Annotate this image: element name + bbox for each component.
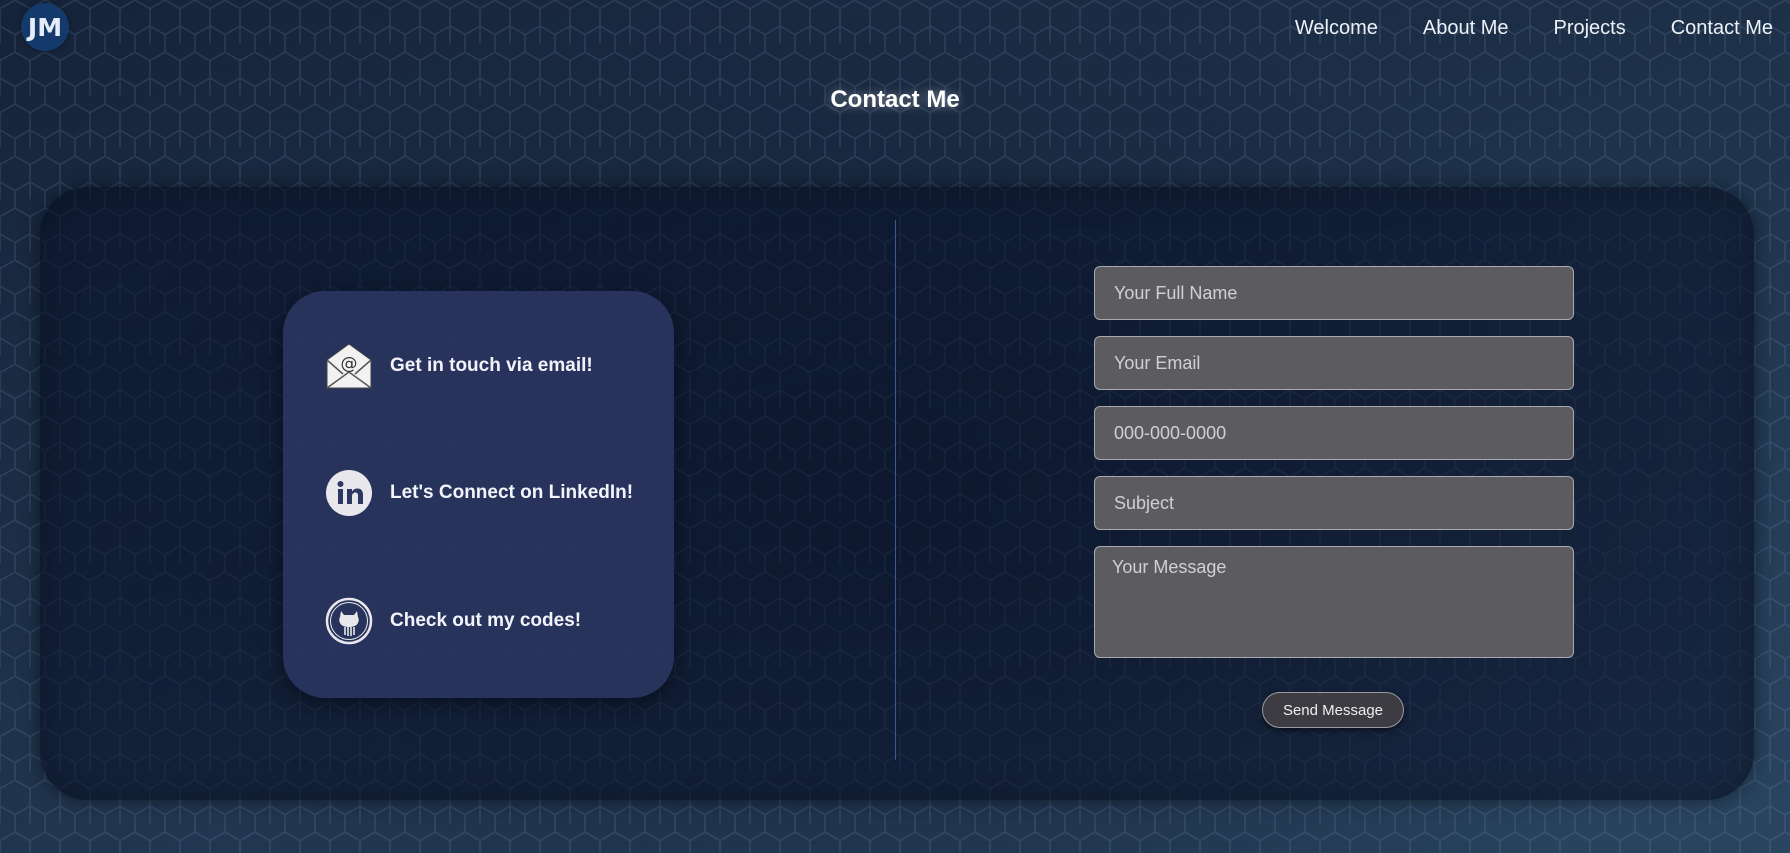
message-textarea[interactable] <box>1094 546 1574 658</box>
contact-links-card: @ Get in touch via email! Let's Connect … <box>283 291 674 698</box>
email-link-label: Get in touch via email! <box>390 355 593 376</box>
nav-contact-me[interactable]: Contact Me <box>1671 17 1773 40</box>
email-link[interactable]: @ Get in touch via email! <box>325 342 593 390</box>
logo-text: JM <box>27 12 63 42</box>
subject-input[interactable] <box>1094 476 1574 530</box>
github-link-label: Check out my codes! <box>390 610 582 631</box>
github-icon <box>325 597 373 645</box>
linkedin-link-label: Let's Connect on LinkedIn! <box>390 482 634 503</box>
nav-welcome[interactable]: Welcome <box>1295 17 1378 40</box>
contact-form <box>1094 266 1574 674</box>
full-name-input[interactable] <box>1094 266 1574 320</box>
logo[interactable]: JM <box>21 3 69 51</box>
nav-about-me[interactable]: About Me <box>1423 17 1509 40</box>
page-title: Contact Me <box>830 86 960 113</box>
nav-projects[interactable]: Projects <box>1553 17 1625 40</box>
email-input[interactable] <box>1094 336 1574 390</box>
linkedin-icon <box>325 469 373 517</box>
main-nav: Welcome About Me Projects Contact Me <box>1295 17 1773 40</box>
github-link[interactable]: Check out my codes! <box>325 597 581 645</box>
phone-input[interactable] <box>1094 406 1574 460</box>
panel-divider <box>895 220 896 760</box>
email-envelope-icon: @ <box>325 342 373 390</box>
send-message-button[interactable]: Send Message <box>1262 692 1404 728</box>
linkedin-link[interactable]: Let's Connect on LinkedIn! <box>325 469 633 517</box>
svg-text:@: @ <box>341 354 358 374</box>
